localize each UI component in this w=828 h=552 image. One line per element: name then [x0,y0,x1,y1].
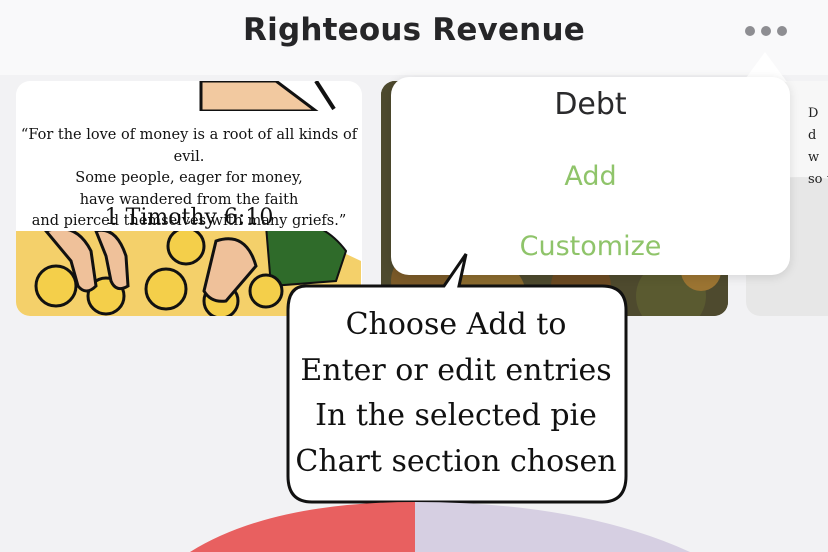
ellipsis-icon[interactable] [738,18,794,44]
pie-chart[interactable] [0,490,828,552]
top-bar: Righteous Revenue [0,0,828,75]
ellipsis-dot [745,26,755,36]
scripture-reference: 1 Timothy 6:10 [104,205,274,230]
menu-item-debt[interactable]: Debt [391,87,790,122]
callout-text: Choose Add to Enter or edit entries In t… [295,307,617,479]
page-title: Righteous Revenue [243,12,585,48]
scripture-verse-partial: D d w so t [808,106,828,187]
ellipsis-dot [777,26,787,36]
menu-item-add[interactable]: Add [391,161,790,192]
ellipsis-dot [761,26,771,36]
pie-slice-lavender[interactable] [415,502,690,552]
options-menu: Debt Add Customize [391,77,790,275]
pie-slice-red[interactable] [190,502,415,552]
